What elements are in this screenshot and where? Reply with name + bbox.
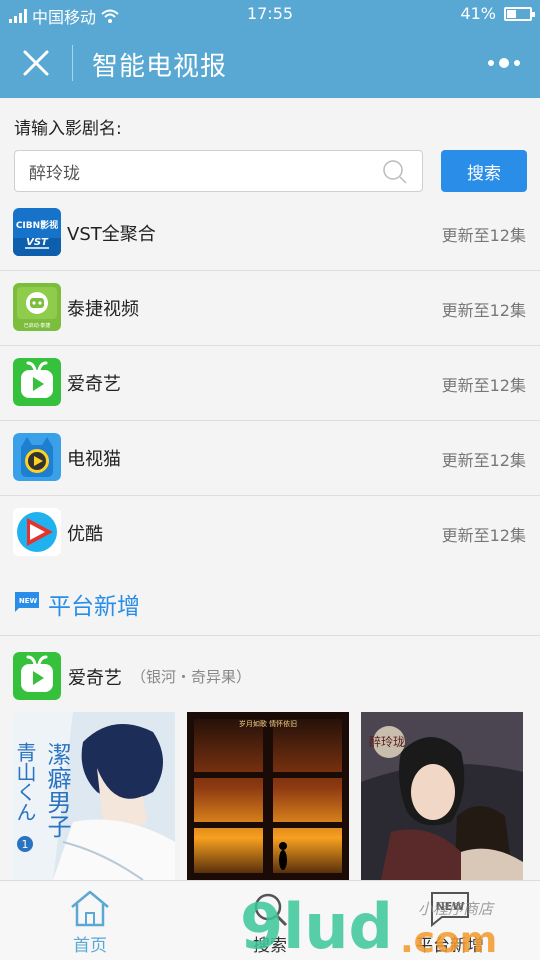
svg-text:青山くん: 青山くん (13, 742, 37, 822)
svg-text:NEW: NEW (19, 597, 38, 605)
nav-label: 首页 (73, 936, 107, 956)
svg-text:岁月如歌 情怀依旧: 岁月如歌 情怀依旧 (239, 719, 297, 728)
search-icon[interactable] (382, 159, 408, 185)
search-label: 请输入影剧名: (14, 119, 122, 139)
svg-text:已启动·泰捷: 已启动·泰捷 (24, 322, 51, 329)
new-section-title: 平台新增 (48, 594, 140, 620)
new-platform-block: 爱奇艺 （银河・奇异果） 潔癖男子 青山くん 1 岁月如歌 情怀依旧 醉玲珑 (0, 636, 540, 880)
poster-anime[interactable]: 潔癖男子 青山くん 1 (13, 712, 175, 880)
battery-percent: 41% (460, 4, 496, 23)
close-icon[interactable] (18, 45, 54, 81)
taijie-app-icon: 已启动·泰捷 (13, 283, 61, 331)
new-platform-name: 爱奇艺 (68, 668, 122, 689)
svg-text:VST: VST (26, 237, 49, 248)
nav-new[interactable]: NEW 平台新增 (360, 881, 540, 960)
search-button[interactable]: 搜索 (441, 150, 527, 192)
platform-update: 更新至12集 (441, 526, 526, 545)
nav-label: 平台新增 (416, 936, 484, 956)
more-dots-icon[interactable] (488, 54, 520, 72)
platform-update: 更新至12集 (441, 451, 526, 470)
new-platform-subtitle: （银河・奇异果） (131, 668, 252, 686)
svg-text:CIBN影视: CIBN影视 (16, 219, 58, 231)
header-divider (72, 45, 73, 81)
platform-row-dianshimao[interactable]: 电视猫 更新至12集 (0, 421, 540, 496)
platform-name: 泰捷视频 (67, 299, 139, 320)
nav-search[interactable]: 搜索 (180, 881, 360, 960)
new-section-header: NEW 平台新增 (0, 568, 540, 636)
page-title: 智能电视报 (92, 52, 228, 82)
platform-update: 更新至12集 (441, 301, 526, 320)
platform-name: VST全聚合 (67, 224, 156, 245)
poster-drama[interactable]: 醉玲珑 (361, 712, 523, 880)
dianshimao-app-icon (13, 433, 61, 481)
vst-app-icon: CIBN影视 VST (13, 208, 61, 256)
status-bar: 中国移动 17:55 41% (0, 0, 540, 28)
nav-label: 搜索 (253, 936, 287, 956)
platform-row-youku[interactable]: 优酷 更新至12集 (0, 496, 540, 571)
status-time: 17:55 (246, 4, 294, 23)
battery-fill (507, 9, 516, 18)
platform-row-iqiyi[interactable]: 爱奇艺 更新至12集 (0, 346, 540, 421)
platform-list: CIBN影视 VST VST全聚合 更新至12集 已启动·泰捷 泰捷视频 更新至… (0, 196, 540, 571)
new-badge-icon: NEW (431, 892, 469, 928)
home-icon (71, 890, 109, 927)
search-input[interactable] (15, 151, 375, 191)
search-section: 请输入影剧名: 搜索 (0, 98, 540, 206)
platform-update: 更新至12集 (441, 226, 526, 245)
svg-text:NEW: NEW (436, 900, 465, 913)
poster-sunset[interactable]: 岁月如歌 情怀依旧 (187, 712, 349, 880)
title-bar: 智能电视报 (0, 28, 540, 98)
nav-home[interactable]: 首页 (0, 881, 180, 960)
youku-app-icon (13, 508, 61, 556)
platform-row-taijie[interactable]: 已启动·泰捷 泰捷视频 更新至12集 (0, 271, 540, 346)
platform-row-vst[interactable]: CIBN影视 VST VST全聚合 更新至12集 (0, 196, 540, 271)
bottom-nav: 首页 搜索 NEW 平台新增 (0, 880, 540, 960)
new-flag-icon: NEW (15, 592, 39, 612)
svg-text:醉玲珑: 醉玲珑 (369, 734, 405, 749)
platform-update: 更新至12集 (441, 376, 526, 395)
search-icon (254, 893, 288, 927)
search-box (14, 150, 423, 192)
iqiyi-app-icon (13, 358, 61, 406)
svg-text:1: 1 (22, 838, 29, 851)
svg-text:潔癖男子: 潔癖男子 (43, 742, 71, 838)
platform-name: 爱奇艺 (67, 374, 121, 395)
platform-name: 电视猫 (67, 449, 121, 470)
battery-icon (504, 6, 535, 21)
platform-name: 优酷 (67, 524, 103, 545)
status-right: 41% (460, 4, 535, 23)
iqiyi-app-icon[interactable] (13, 652, 61, 700)
